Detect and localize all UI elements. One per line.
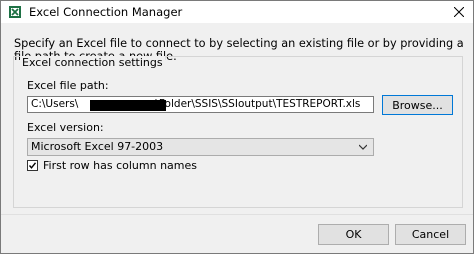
cancel-button[interactable]: Cancel <box>395 224 466 245</box>
redaction-bar <box>90 100 166 111</box>
excel-version-value: Microsoft Excel 97-2003 <box>31 140 164 153</box>
footer-divider <box>1 214 473 215</box>
file-path-label: Excel file path: <box>27 79 109 92</box>
ok-button[interactable]: OK <box>318 224 389 245</box>
title-bar: Excel Connection Manager <box>1 1 473 23</box>
first-row-column-names-label[interactable]: First row has column names <box>43 159 197 172</box>
first-row-column-names-checkbox[interactable] <box>27 160 38 171</box>
file-path-prefix: C:\Users\ <box>31 98 79 110</box>
window-title: Excel Connection Manager <box>29 5 183 19</box>
file-path-suffix: \Folder\SSIS\SSIoutput\TESTREPORT.xls <box>155 98 361 110</box>
excel-connection-settings-group: Excel connection settings Excel file pat… <box>13 56 463 208</box>
close-icon <box>454 7 464 17</box>
group-label: Excel connection settings <box>20 56 165 69</box>
checkmark-icon <box>28 162 37 169</box>
excel-connection-icon <box>8 5 22 19</box>
close-button[interactable] <box>445 1 473 23</box>
excel-version-label: Excel version: <box>27 121 104 134</box>
excel-file-path-input[interactable]: C:\Users\ \Folder\SSIS\SSIoutput\TESTREPO… <box>27 96 374 113</box>
browse-button[interactable]: Browse... <box>382 95 453 115</box>
excel-version-select[interactable]: Microsoft Excel 97-2003 <box>27 138 374 156</box>
chevron-down-icon <box>359 144 367 150</box>
excel-connection-manager-dialog: Excel Connection Manager Specify an Exce… <box>0 0 474 254</box>
